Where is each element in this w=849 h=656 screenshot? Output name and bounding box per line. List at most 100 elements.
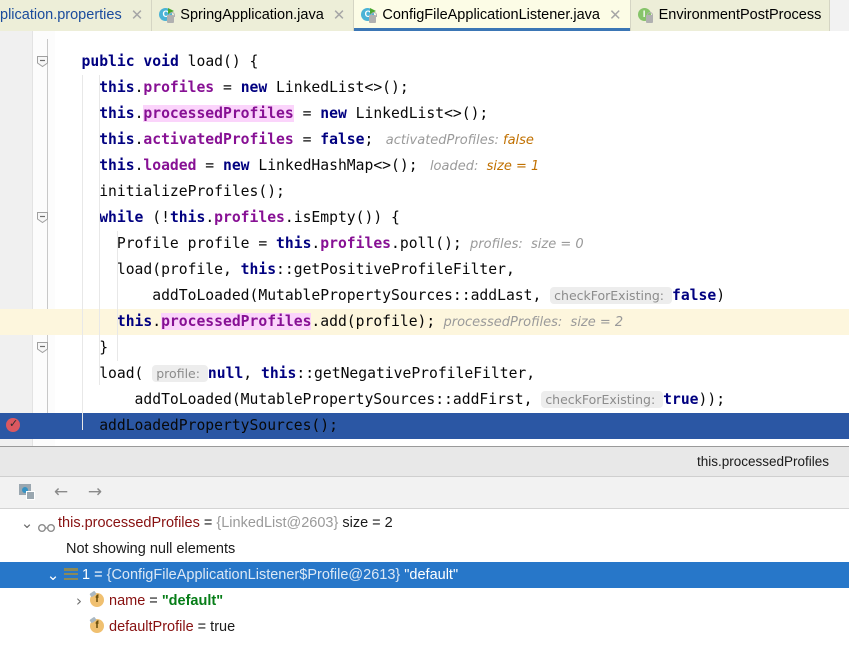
- tree-row[interactable]: › f name = "default": [0, 588, 849, 614]
- code-token: this: [99, 131, 135, 148]
- code-line-text: this.activatedProfiles = false; activate…: [99, 127, 534, 154]
- code-token: this: [169, 209, 206, 226]
- tree-row[interactable]: Not showing null elements: [0, 536, 849, 562]
- code-line[interactable]: addToLoaded(MutablePropertySources::addL…: [55, 283, 849, 309]
- code-line[interactable]: }: [55, 335, 849, 361]
- code-line[interactable]: this.loaded = new LinkedHashMap<>(); loa…: [55, 153, 849, 179]
- code-line[interactable]: this.profiles = new LinkedList<>();: [55, 75, 849, 101]
- code-lines[interactable]: public void load() {this.profiles = new …: [0, 31, 849, 446]
- breakpoint-verified-icon[interactable]: ✓: [6, 418, 22, 434]
- tree-row-content: 1 = {ConfigFileApplicationListener$Profi…: [82, 562, 458, 588]
- code-folding-column[interactable]: [33, 31, 55, 446]
- code-token: null: [207, 365, 244, 382]
- watches-icon: [38, 517, 55, 532]
- java-class-icon: C: [361, 7, 377, 24]
- code-line[interactable]: addToLoaded(MutablePropertySources::addF…: [55, 387, 849, 413]
- fold-marker-fold-end[interactable]: [36, 341, 49, 354]
- code-line[interactable]: initializeProfiles();: [55, 179, 849, 205]
- tree-row[interactable]: ⌄ this.processedProfiles = {LinkedList@26…: [0, 510, 849, 536]
- equals-sign: =: [193, 619, 211, 635]
- editor-tab-label: EnvironmentPostProcess: [658, 7, 822, 23]
- code-token: LinkedHashMap<>();: [249, 157, 418, 174]
- inline-debug-hint: activatedProfiles:: [373, 133, 503, 148]
- parameter-hint: profile:: [152, 365, 208, 382]
- code-line-text: while (!this.profiles.isEmpty()) {: [99, 205, 400, 231]
- code-token: true: [663, 391, 699, 408]
- code-line-text: load(profile, this::getPositiveProfileFi…: [117, 257, 515, 283]
- close-icon[interactable]: ✕: [609, 8, 622, 23]
- code-token: ): [716, 287, 726, 304]
- code-token: ;: [364, 131, 374, 148]
- tree-row[interactable]: f defaultProfile = true: [0, 614, 849, 640]
- code-token: while: [99, 209, 144, 226]
- fold-marker-fold-collapse[interactable]: [36, 211, 49, 224]
- fold-marker-fold-collapse[interactable]: [36, 55, 49, 68]
- code-token: new: [320, 105, 347, 122]
- arrow-right-icon: →: [87, 482, 103, 502]
- navigate-back-button[interactable]: ←: [51, 483, 71, 503]
- tree-row[interactable]: ⌄ 1 = {ConfigFileApplicationListener$Prof…: [0, 562, 849, 588]
- editor-tab-0[interactable]: plication.properties ✕: [0, 0, 153, 31]
- chevron-down-icon[interactable]: ⌄: [46, 562, 60, 588]
- java-class-icon: C: [159, 7, 175, 24]
- code-line[interactable]: this.activatedProfiles = false; activate…: [55, 127, 849, 153]
- tree-note: Not showing null elements: [66, 541, 236, 557]
- code-token: ::getNegativeProfileFilter,: [296, 365, 536, 382]
- code-line[interactable]: load( profile: null, this::getNegativePr…: [55, 361, 849, 387]
- variable-type: {LinkedList@2603}: [216, 515, 339, 531]
- inline-debug-hint: size = 1: [486, 159, 540, 174]
- editor-gutter[interactable]: [0, 31, 33, 446]
- code-line-text: this.processedProfiles = new LinkedList<…: [99, 101, 488, 127]
- code-line[interactable]: public void load() {: [55, 49, 849, 75]
- parameter-hint: checkForExisting:: [541, 391, 664, 408]
- code-token: initializeProfiles();: [99, 183, 285, 200]
- code-token: ));: [698, 391, 726, 408]
- code-line[interactable]: this.processedProfiles.add(profile); pro…: [0, 309, 849, 335]
- editor-tab-label: SpringApplication.java: [180, 7, 324, 23]
- java-interface-icon: I: [637, 7, 654, 24]
- code-line[interactable]: load(profile, this::getPositiveProfileFi…: [55, 257, 849, 283]
- code-token: this: [99, 157, 135, 174]
- inline-debug-hint: false: [503, 133, 534, 148]
- editor-tab-1[interactable]: C SpringApplication.java ✕: [152, 0, 355, 31]
- code-token: profiles: [143, 79, 215, 96]
- code-line[interactable]: while (!this.profiles.isEmpty()) {: [55, 205, 849, 231]
- debugger-value-popup: this.processedProfiles ← → ⌄ this.process…: [0, 446, 849, 656]
- popup-toolbar: ← →: [0, 477, 849, 509]
- code-token: activatedProfiles: [143, 131, 294, 148]
- code-token: }: [99, 339, 109, 356]
- code-token: this: [99, 105, 135, 122]
- close-icon[interactable]: ✕: [333, 8, 346, 23]
- list-element-icon: [64, 568, 78, 582]
- code-token: public: [81, 53, 135, 70]
- inline-debug-hint: loaded:: [417, 159, 487, 174]
- close-icon[interactable]: ✕: [131, 8, 144, 23]
- code-token: ,: [243, 365, 261, 382]
- code-line-text: load( profile: null, this::getNegativePr…: [99, 361, 535, 387]
- editor-tab-3[interactable]: I EnvironmentPostProcess: [630, 0, 831, 31]
- code-token: LinkedList<>();: [267, 79, 409, 96]
- code-line[interactable]: this.processedProfiles = new LinkedList<…: [55, 101, 849, 127]
- variables-tree[interactable]: ⌄ this.processedProfiles = {LinkedList@26…: [0, 510, 849, 656]
- code-token: load(profile,: [116, 261, 241, 278]
- code-token: =: [196, 157, 223, 174]
- code-token: this: [99, 79, 135, 96]
- navigate-forward-button[interactable]: →: [85, 483, 105, 503]
- code-token: void: [143, 53, 179, 70]
- code-line[interactable]: Profile profile = this.profiles.poll(); …: [55, 231, 849, 257]
- code-token: false: [320, 131, 365, 148]
- code-line[interactable]: addLoadedPropertySources();: [0, 413, 849, 439]
- editor-tab-label: ConfigFileApplicationListener.java: [382, 7, 600, 23]
- code-editor[interactable]: public void load() {this.profiles = new …: [0, 31, 849, 446]
- folding-outline-line: [47, 39, 48, 434]
- code-token: load(: [99, 365, 153, 382]
- editor-tab-2[interactable]: C ConfigFileApplicationListener.java ✕: [354, 0, 631, 31]
- code-token: new: [240, 79, 268, 96]
- evaluate-expression-button[interactable]: [17, 483, 37, 503]
- chevron-right-icon[interactable]: ›: [72, 588, 86, 614]
- code-token: addLoadedPropertySources();: [99, 417, 338, 434]
- chevron-down-icon[interactable]: ⌄: [20, 510, 34, 536]
- code-token: profiles: [320, 235, 392, 252]
- editor-tab-bar: plication.properties ✕ C SpringApplication.…: [0, 0, 849, 31]
- parameter-hint: checkForExisting:: [550, 287, 672, 304]
